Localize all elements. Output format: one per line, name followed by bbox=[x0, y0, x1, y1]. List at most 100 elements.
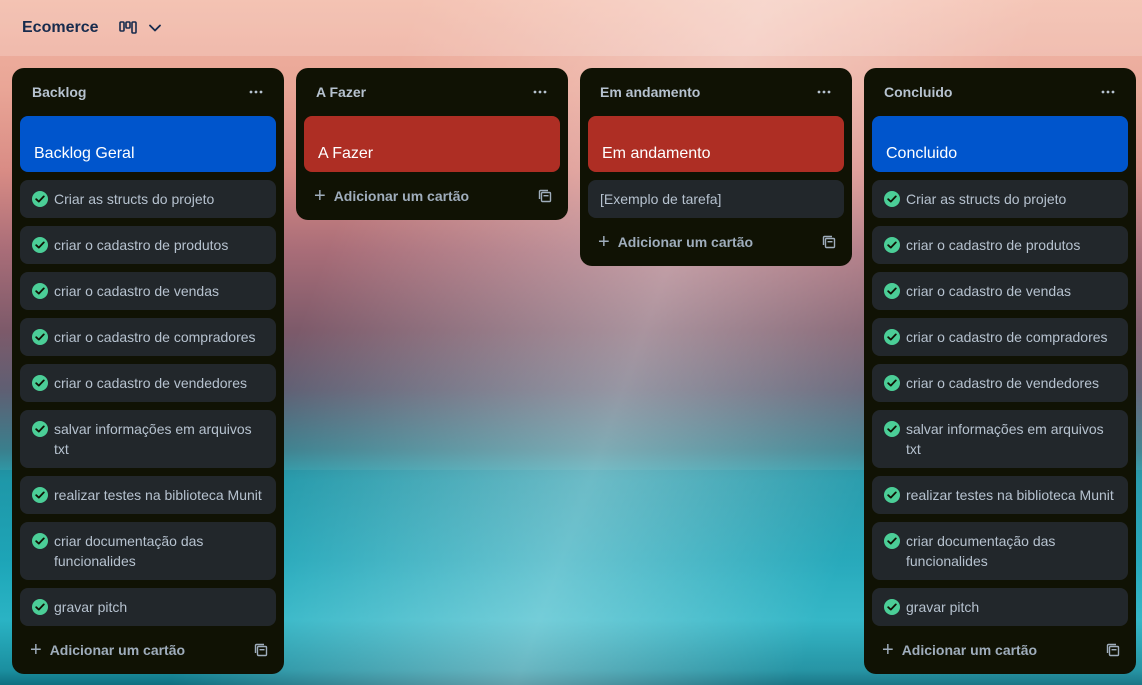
list-footer: + Adicionar um cartão bbox=[20, 634, 276, 666]
card-title: criar documentação das funcionalides bbox=[54, 533, 204, 569]
check-circle-icon[interactable] bbox=[32, 487, 48, 503]
check-circle-icon[interactable] bbox=[32, 375, 48, 391]
plus-icon: + bbox=[882, 639, 894, 661]
add-card-label: Adicionar um cartão bbox=[333, 188, 470, 204]
card[interactable]: criar documentação das funcionalides bbox=[20, 522, 276, 580]
plus-icon: + bbox=[598, 231, 610, 253]
card-title: salvar informações em arquivos txt bbox=[54, 421, 252, 457]
more-icon[interactable] bbox=[244, 80, 268, 104]
card-title: salvar informações em arquivos txt bbox=[906, 421, 1104, 457]
list-footer: + Adicionar um cartão bbox=[304, 180, 560, 212]
card[interactable]: criar o cadastro de compradores bbox=[20, 318, 276, 356]
check-circle-icon[interactable] bbox=[884, 533, 900, 549]
card[interactable]: Criar as structs do projeto bbox=[20, 180, 276, 218]
card[interactable]: realizar testes na biblioteca Munit bbox=[872, 476, 1128, 514]
card-template-icon[interactable] bbox=[1106, 643, 1120, 657]
check-circle-icon[interactable] bbox=[884, 191, 900, 207]
plus-icon: + bbox=[30, 639, 42, 661]
card[interactable]: criar o cadastro de produtos bbox=[20, 226, 276, 264]
card[interactable]: criar o cadastro de produtos bbox=[872, 226, 1128, 264]
check-circle-icon[interactable] bbox=[32, 421, 48, 437]
card-title: criar o cadastro de vendedores bbox=[54, 375, 247, 391]
card-title: criar o cadastro de vendas bbox=[906, 283, 1071, 299]
check-circle-icon[interactable] bbox=[32, 329, 48, 345]
cover-card-label: Concluido bbox=[886, 145, 958, 162]
add-card-button[interactable]: + Adicionar um cartão bbox=[882, 639, 1038, 661]
board-header: Ecomerce bbox=[0, 0, 1142, 56]
list-title[interactable]: Concluido bbox=[884, 84, 952, 100]
check-circle-icon[interactable] bbox=[32, 191, 48, 207]
more-icon[interactable] bbox=[528, 80, 552, 104]
card[interactable]: criar o cadastro de vendas bbox=[20, 272, 276, 310]
add-card-label: Adicionar um cartão bbox=[617, 234, 754, 250]
add-card-button[interactable]: + Adicionar um cartão bbox=[30, 639, 186, 661]
check-circle-icon[interactable] bbox=[884, 237, 900, 253]
cover-card[interactable]: Em andamento bbox=[588, 116, 844, 172]
check-circle-icon[interactable] bbox=[884, 283, 900, 299]
card[interactable]: criar o cadastro de vendedores bbox=[20, 364, 276, 402]
card-title: gravar pitch bbox=[54, 599, 128, 615]
card[interactable]: criar o cadastro de compradores bbox=[872, 318, 1128, 356]
card[interactable]: criar o cadastro de vendas bbox=[872, 272, 1128, 310]
card-title: criar o cadastro de produtos bbox=[906, 237, 1081, 253]
add-card-label: Adicionar um cartão bbox=[901, 642, 1038, 658]
list-header: Em andamento bbox=[588, 68, 844, 116]
more-icon[interactable] bbox=[1096, 80, 1120, 104]
card-title: criar o cadastro de vendedores bbox=[906, 375, 1099, 391]
card-template-icon[interactable] bbox=[822, 235, 836, 249]
card-template-icon[interactable] bbox=[254, 643, 268, 657]
card-template-icon[interactable] bbox=[538, 189, 552, 203]
list-backlog: Backlog Backlog Geral Criar as structs do … bbox=[12, 68, 284, 674]
add-card-label: Adicionar um cartão bbox=[49, 642, 186, 658]
list-header: A Fazer bbox=[304, 68, 560, 116]
card[interactable]: gravar pitch bbox=[872, 588, 1128, 626]
card-title: criar o cadastro de compradores bbox=[906, 329, 1108, 345]
board-lists: Backlog Backlog Geral Criar as structs do … bbox=[12, 68, 1136, 674]
list-footer: + Adicionar um cartão bbox=[588, 226, 844, 258]
card[interactable]: salvar informações em arquivos txt bbox=[20, 410, 276, 468]
list-a-fazer: A Fazer A Fazer + Adicionar um cartão bbox=[296, 68, 568, 220]
cover-card-label: Backlog Geral bbox=[34, 145, 135, 162]
card[interactable]: criar documentação das funcionalides bbox=[872, 522, 1128, 580]
check-circle-icon[interactable] bbox=[884, 375, 900, 391]
card[interactable]: criar o cadastro de vendedores bbox=[872, 364, 1128, 402]
cover-card[interactable]: Concluido bbox=[872, 116, 1128, 172]
card-title: realizar testes na biblioteca Munit bbox=[54, 487, 262, 503]
card-title: criar o cadastro de vendas bbox=[54, 283, 219, 299]
card-title: gravar pitch bbox=[906, 599, 980, 615]
check-circle-icon[interactable] bbox=[884, 329, 900, 345]
chevron-down-icon bbox=[148, 24, 161, 32]
board-title[interactable]: Ecomerce bbox=[22, 19, 99, 37]
list-title[interactable]: Em andamento bbox=[600, 84, 700, 100]
list-footer: + Adicionar um cartão bbox=[872, 634, 1128, 666]
cover-card[interactable]: A Fazer bbox=[304, 116, 560, 172]
plus-icon: + bbox=[314, 185, 326, 207]
check-circle-icon[interactable] bbox=[32, 283, 48, 299]
card[interactable]: gravar pitch bbox=[20, 588, 276, 626]
card[interactable]: salvar informações em arquivos txt bbox=[872, 410, 1128, 468]
board-view-icon bbox=[118, 21, 137, 35]
check-circle-icon[interactable] bbox=[32, 533, 48, 549]
cover-card-label: A Fazer bbox=[318, 145, 374, 162]
check-circle-icon[interactable] bbox=[884, 421, 900, 437]
card-title: criar documentação das funcionalides bbox=[906, 533, 1056, 569]
add-card-button[interactable]: + Adicionar um cartão bbox=[314, 185, 470, 207]
card-title: criar o cadastro de produtos bbox=[54, 237, 229, 253]
more-icon[interactable] bbox=[812, 80, 836, 104]
add-card-button[interactable]: + Adicionar um cartão bbox=[598, 231, 754, 253]
list-title[interactable]: A Fazer bbox=[316, 84, 366, 100]
card[interactable]: Criar as structs do projeto bbox=[872, 180, 1128, 218]
card-title: Criar as structs do projeto bbox=[54, 191, 215, 207]
view-switcher[interactable] bbox=[118, 21, 161, 35]
list-header: Concluido bbox=[872, 68, 1128, 116]
card[interactable]: realizar testes na biblioteca Munit bbox=[20, 476, 276, 514]
card-title: Criar as structs do projeto bbox=[906, 191, 1067, 207]
check-circle-icon[interactable] bbox=[884, 487, 900, 503]
cover-card[interactable]: Backlog Geral bbox=[20, 116, 276, 172]
check-circle-icon[interactable] bbox=[32, 599, 48, 615]
list-title[interactable]: Backlog bbox=[32, 84, 86, 100]
check-circle-icon[interactable] bbox=[32, 237, 48, 253]
cover-card-label: Em andamento bbox=[602, 145, 711, 162]
check-circle-icon[interactable] bbox=[884, 599, 900, 615]
card[interactable]: [Exemplo de tarefa] bbox=[588, 180, 844, 218]
